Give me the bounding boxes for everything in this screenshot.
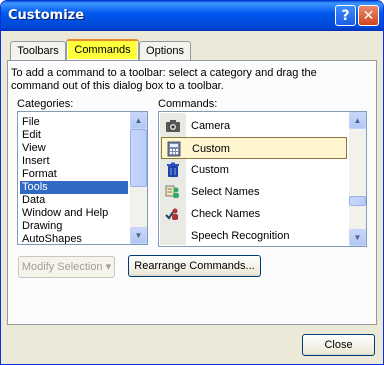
instructions-text: To add a command to a toolbar: select a … bbox=[11, 67, 317, 92]
select-names-icon bbox=[165, 185, 179, 198]
category-item[interactable]: Insert bbox=[20, 155, 128, 168]
scroll-thumb[interactable] bbox=[130, 129, 147, 187]
command-label: Select Names bbox=[191, 186, 260, 198]
scroll-up-arrow-icon[interactable]: ▲ bbox=[130, 112, 147, 129]
customize-dialog: Customize ? ✕ Toolbars Commands Options … bbox=[0, 0, 384, 365]
categories-list[interactable]: File Edit View Insert Format Tools Data … bbox=[17, 111, 148, 245]
modify-selection-button[interactable]: Modify Selection ▾ bbox=[18, 256, 115, 278]
category-item[interactable]: AutoShapes bbox=[20, 233, 128, 244]
category-item[interactable]: View bbox=[20, 142, 128, 155]
command-label: Custom bbox=[192, 143, 230, 155]
category-item[interactable]: Format bbox=[20, 168, 128, 181]
tab-toolbars[interactable]: Toolbars bbox=[10, 41, 66, 61]
commands-label: Commands: bbox=[158, 98, 218, 110]
scroll-down-arrow-icon[interactable]: ▼ bbox=[349, 229, 366, 246]
title-bar[interactable]: Customize ? ✕ bbox=[1, 1, 383, 31]
close-button[interactable]: Close bbox=[302, 334, 375, 356]
command-item[interactable]: Speech Recognition bbox=[161, 225, 347, 246]
category-item[interactable]: File bbox=[20, 116, 128, 129]
scroll-down-arrow-icon[interactable]: ▼ bbox=[130, 227, 147, 244]
command-item[interactable]: Check Names bbox=[161, 203, 347, 225]
check-names-icon bbox=[165, 208, 178, 220]
command-item-selected[interactable]: Custom bbox=[161, 137, 347, 159]
command-label: Check Names bbox=[191, 208, 261, 220]
commands-scrollbar[interactable]: ▲ ▼ bbox=[349, 112, 366, 246]
category-item[interactable]: Window and Help bbox=[20, 207, 128, 220]
calculator-icon bbox=[167, 141, 181, 157]
tab-options[interactable]: Options bbox=[139, 41, 191, 61]
command-item[interactable]: Select Names bbox=[161, 181, 347, 203]
category-item-selected[interactable]: Tools bbox=[20, 181, 128, 194]
command-label: Speech Recognition bbox=[191, 230, 290, 242]
help-button[interactable]: ? bbox=[335, 5, 356, 26]
tab-options-label: Options bbox=[146, 45, 184, 57]
category-item[interactable]: Edit bbox=[20, 129, 128, 142]
categories-scrollbar[interactable]: ▲ ▼ bbox=[130, 112, 147, 244]
rearrange-commands-button[interactable]: Rearrange Commands... bbox=[128, 255, 261, 277]
tab-commands-label: Commands bbox=[68, 41, 137, 59]
categories-label: Categories: bbox=[17, 98, 74, 110]
commands-list[interactable]: Camera Custom Custom Select Names Check … bbox=[158, 111, 367, 247]
tab-commands[interactable]: Commands bbox=[66, 39, 139, 62]
command-label: Camera bbox=[191, 120, 231, 132]
command-item[interactable]: Camera bbox=[161, 115, 347, 137]
command-item[interactable]: Custom bbox=[161, 159, 347, 181]
tab-toolbars-label: Toolbars bbox=[17, 45, 59, 57]
close-window-button[interactable]: ✕ bbox=[358, 5, 379, 26]
scroll-up-arrow-icon[interactable]: ▲ bbox=[349, 112, 366, 129]
camera-icon bbox=[166, 120, 180, 132]
window-title: Customize bbox=[8, 8, 85, 23]
category-item[interactable]: Drawing bbox=[20, 220, 128, 233]
command-label: Custom bbox=[191, 164, 229, 176]
category-item[interactable]: Data bbox=[20, 194, 128, 207]
trash-can-icon bbox=[167, 162, 179, 177]
scroll-thumb[interactable] bbox=[349, 196, 366, 206]
